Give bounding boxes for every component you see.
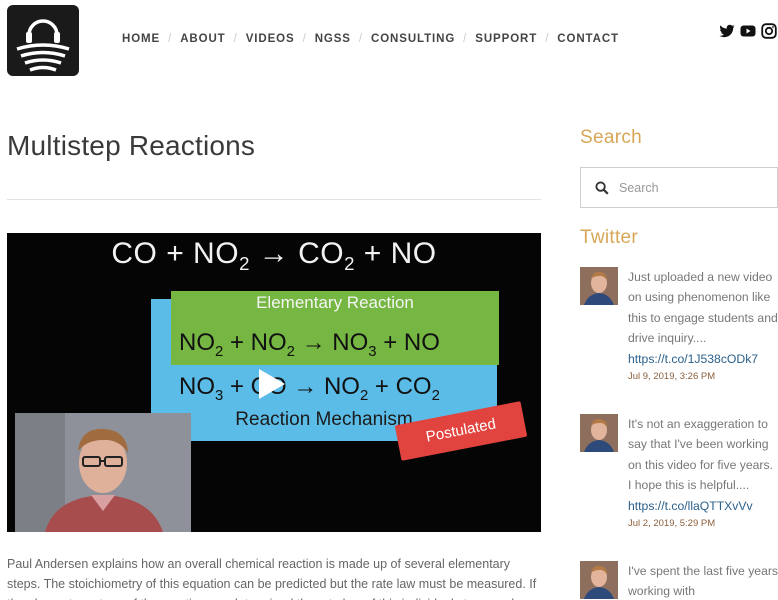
search-box	[580, 167, 778, 208]
video-description: Paul Andersen explains how an overall ch…	[7, 557, 537, 600]
nav-consulting[interactable]: CONSULTING	[371, 33, 455, 45]
site-logo[interactable]	[7, 5, 79, 76]
twitter-icon[interactable]	[719, 23, 735, 39]
tweet-text: I've spent the last five years working w…	[628, 564, 778, 599]
tweet-date[interactable]: Jul 2, 2019, 5:29 PM	[628, 518, 715, 529]
nav-separator: /	[233, 33, 238, 45]
video-player[interactable]: CO + NO2 → CO2 + NO Elementary Reaction …	[7, 233, 541, 532]
tweet-link[interactable]: https://t.co/llaQTTXvVv	[628, 496, 778, 516]
nav-videos[interactable]: VIDEOS	[246, 33, 295, 45]
logo-headphones-icon	[16, 19, 70, 72]
elementary-step-2: NO3 + CO → NO2 + CO2	[179, 373, 440, 404]
tweet-link[interactable]: https://t.co/1J538cODk7	[628, 349, 778, 369]
tweet-text: It's not an exaggeration to say that I'v…	[628, 414, 778, 516]
search-widget-title: Search	[580, 127, 643, 148]
page-title: Multistep Reactions	[7, 130, 256, 161]
instagram-icon[interactable]	[761, 23, 777, 39]
twitter-widget-title: Twitter	[580, 227, 639, 248]
elementary-reaction-label: Elementary Reaction	[256, 293, 414, 312]
nav-ngss[interactable]: NGSS	[315, 33, 351, 45]
tweet-item: It's not an exaggeration to say that I'v…	[580, 414, 778, 534]
nav-separator: /	[168, 33, 173, 45]
nav-separator: /	[358, 33, 363, 45]
tweet-item: Just uploaded a new video on using pheno…	[580, 267, 778, 387]
tweet-item: I've spent the last five years working w…	[580, 561, 778, 600]
avatar[interactable]	[580, 414, 618, 452]
youtube-icon[interactable]	[740, 23, 756, 39]
tweet-text: Just uploaded a new video on using pheno…	[628, 267, 778, 369]
play-icon[interactable]	[259, 369, 285, 399]
presenter-thumbnail	[15, 413, 191, 532]
nav-contact[interactable]: CONTACT	[557, 33, 619, 45]
elementary-step-1: NO2 + NO2 → NO3 + NO	[179, 329, 440, 360]
overall-equation: CO + NO2 → CO2 + NO	[111, 237, 437, 274]
nav-separator: /	[302, 33, 307, 45]
social-links	[719, 23, 777, 39]
tweet-date[interactable]: Jul 9, 2019, 3:26 PM	[628, 371, 715, 382]
nav-home[interactable]: HOME	[122, 33, 160, 45]
nav-about[interactable]: ABOUT	[180, 33, 225, 45]
search-icon	[595, 180, 609, 195]
nav-separator: /	[545, 33, 550, 45]
title-divider	[7, 199, 541, 200]
search-input[interactable]	[619, 180, 769, 195]
nav-support[interactable]: SUPPORT	[475, 33, 537, 45]
avatar[interactable]	[580, 561, 618, 599]
nav-separator: /	[463, 33, 468, 45]
avatar[interactable]	[580, 267, 618, 305]
main-nav: HOME / ABOUT / VIDEOS / NGSS / CONSULTIN…	[122, 33, 619, 45]
